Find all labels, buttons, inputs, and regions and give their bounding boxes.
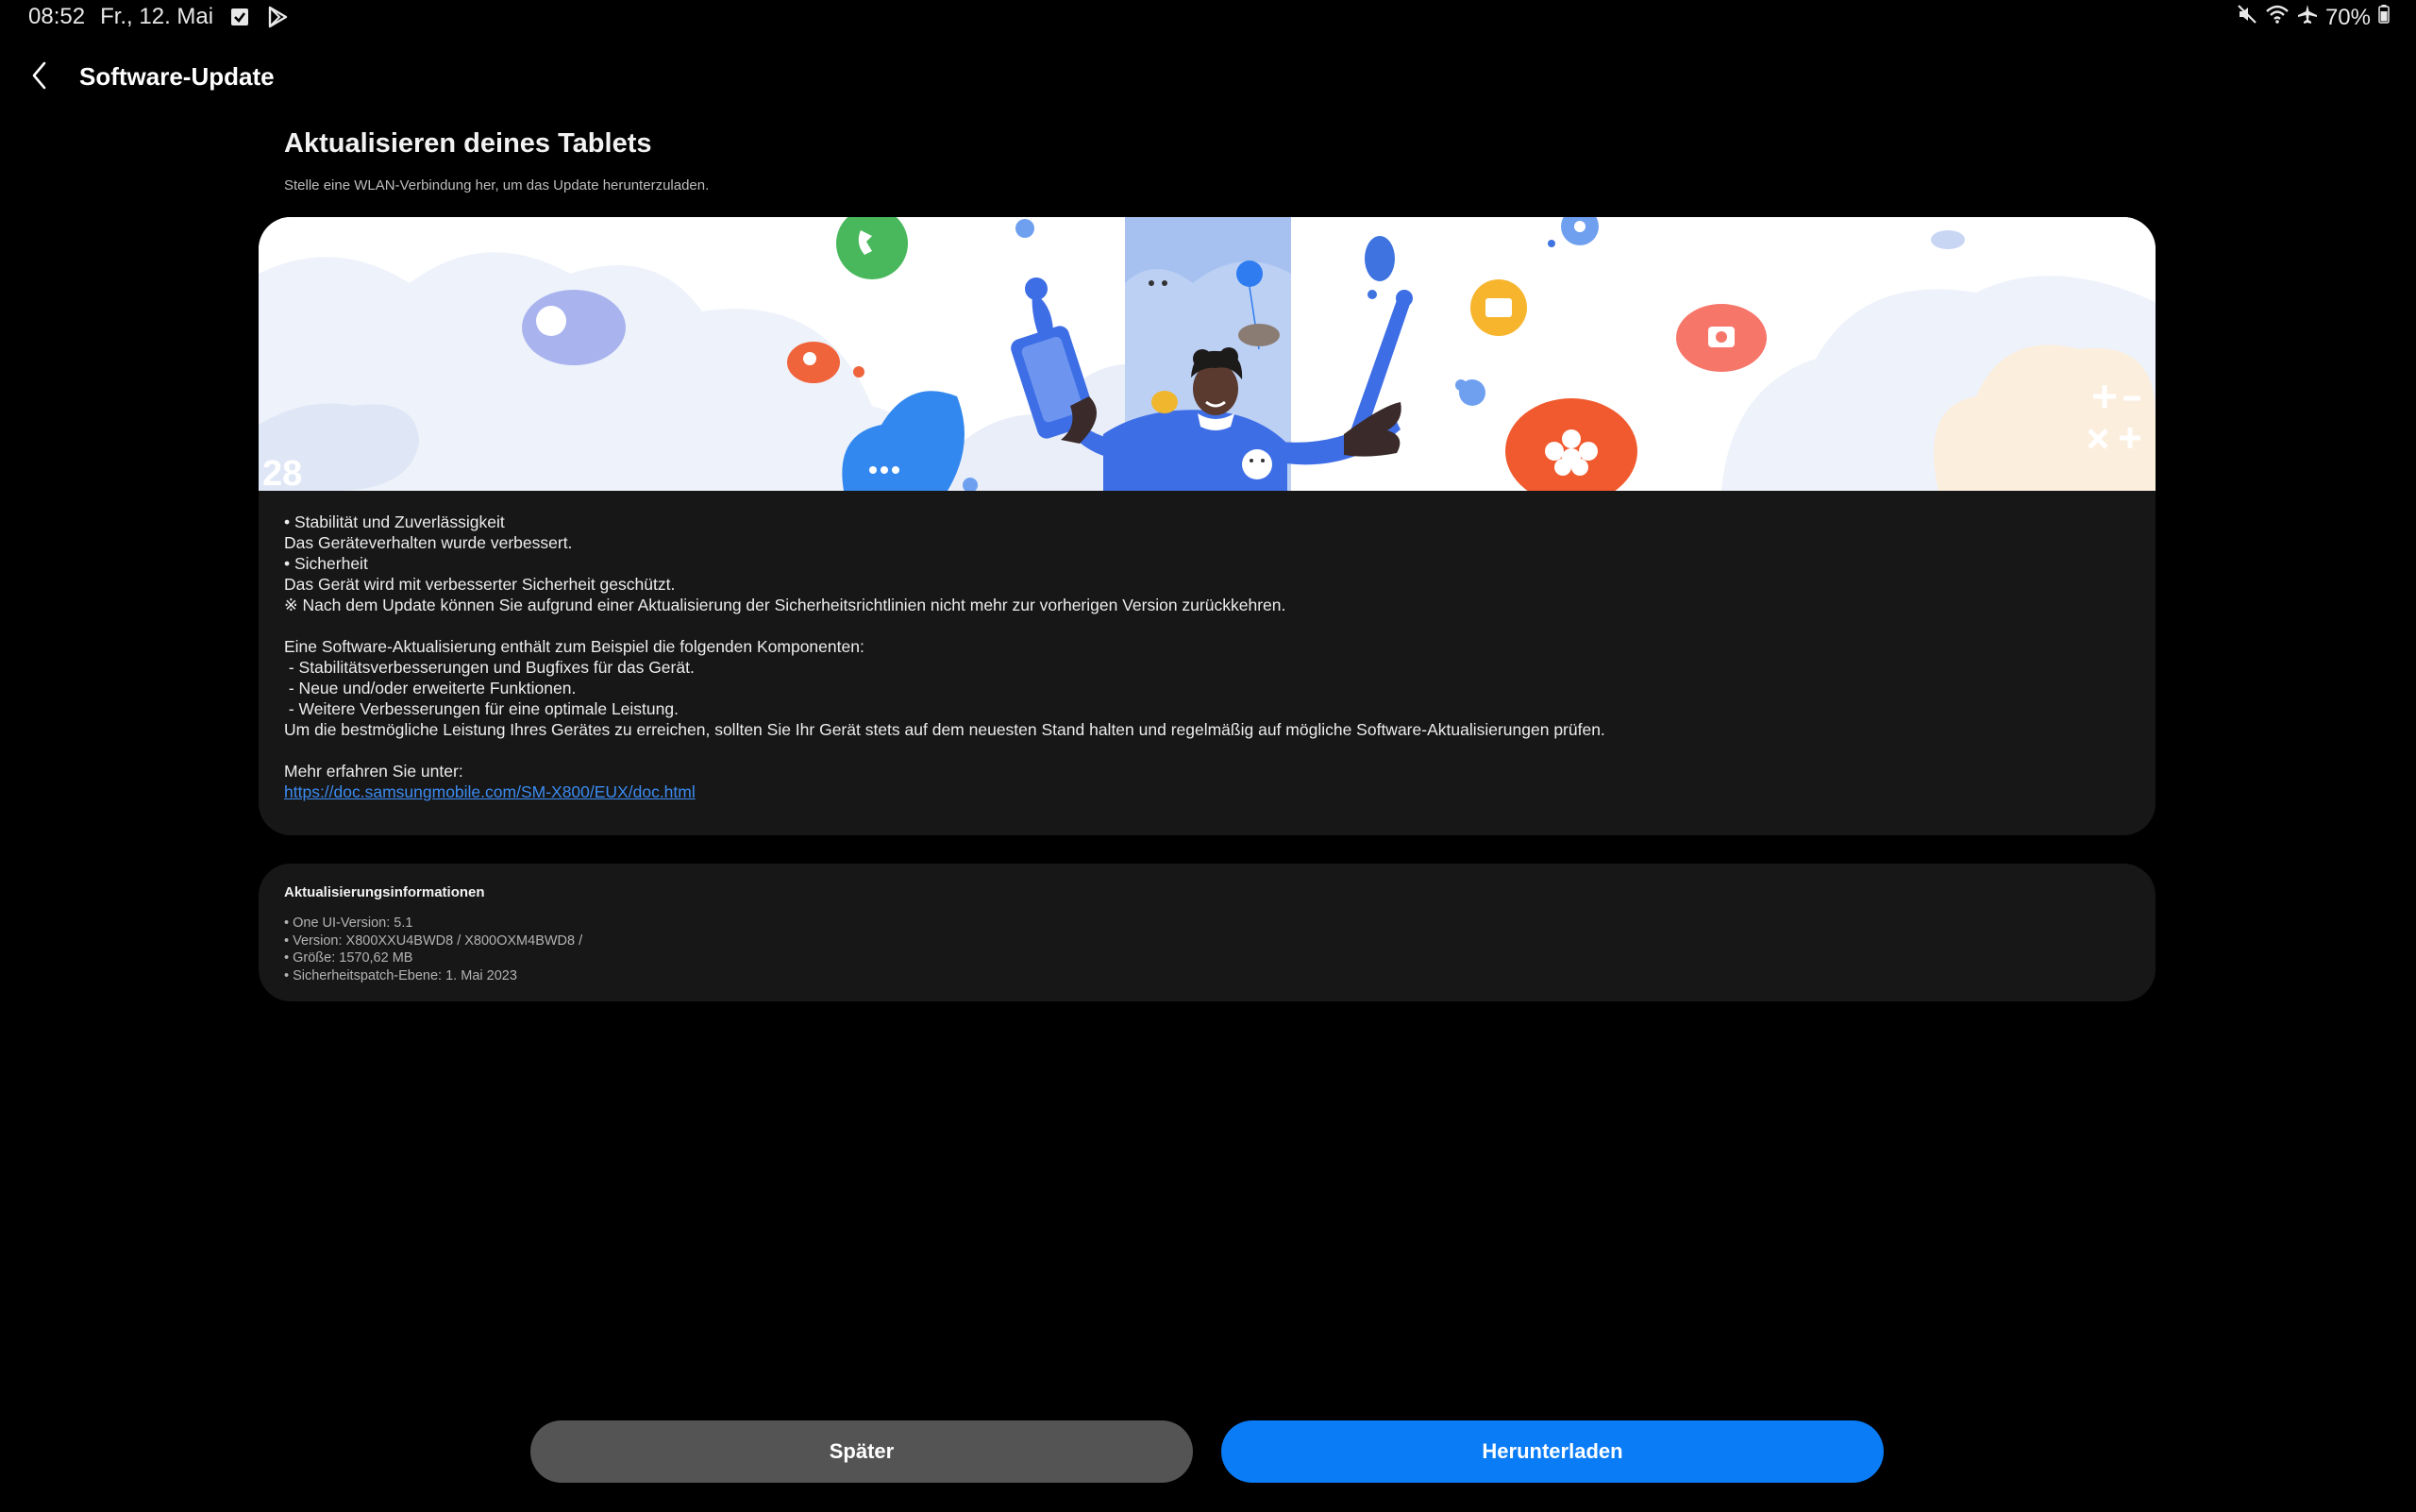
update-info-card: Aktualisierungsinformationen • One UI-Ve… xyxy=(259,864,2156,1001)
chevron-left-icon xyxy=(28,60,51,95)
release-notes-line: ※ Nach dem Update können Sie aufgrund ei… xyxy=(284,596,1286,614)
battery-icon xyxy=(2378,4,2390,31)
status-date: Fr., 12. Mai xyxy=(100,4,214,29)
update-info-item: • Größe: 1570,62 MB xyxy=(284,950,413,966)
release-notes-line: Das Gerät wird mit verbesserter Sicherhe… xyxy=(284,575,676,594)
release-notes-line: • Sicherheit xyxy=(284,554,368,573)
app-bar: Software-Update xyxy=(0,47,2416,104)
airplane-mode-icon xyxy=(2297,4,2318,31)
update-info-list: • One UI-Version: 5.1 • Version: X800XXU… xyxy=(284,915,582,984)
update-info-item: • One UI-Version: 5.1 xyxy=(284,916,413,931)
download-button[interactable]: Herunterladen xyxy=(1221,1420,1884,1483)
release-notes-line: Um die bestmögliche Leistung Ihres Gerät… xyxy=(284,720,1605,739)
release-notes-card: 28 • Stabilität und Zuverlässigkeit Das … xyxy=(259,217,2156,835)
status-bar-left: 08:52 Fr., 12. Mai xyxy=(28,4,289,30)
page-subtitle: Stelle eine WLAN-Verbindung her, um das … xyxy=(284,177,710,193)
release-notes-line: Mehr erfahren Sie unter: xyxy=(284,762,463,781)
release-notes-line: - Neue und/oder erweiterte Funktionen. xyxy=(284,679,577,697)
release-notes-line: • Stabilität und Zuverlässigkeit xyxy=(284,512,505,531)
status-bar-right: 70% xyxy=(2237,4,2390,31)
release-notes-line: Eine Software-Aktualisierung enthält zum… xyxy=(284,637,864,656)
page-title: Aktualisieren deines Tablets xyxy=(284,128,652,159)
learn-more-link[interactable]: https://doc.samsungmobile.com/SM-X800/EU… xyxy=(284,782,696,801)
checkbox-notification-icon xyxy=(230,7,249,27)
back-button[interactable] xyxy=(21,59,59,96)
battery-percentage: 70% xyxy=(2324,4,2371,30)
play-store-icon xyxy=(266,6,289,28)
release-notes-text: • Stabilität und Zuverlässigkeit Das Ger… xyxy=(284,512,2115,802)
mute-icon xyxy=(2237,4,2257,31)
wifi-icon xyxy=(2265,4,2290,31)
status-bar: 08:52 Fr., 12. Mai 70% xyxy=(0,0,2416,38)
update-info-item: • Version: X800XXU4BWD8 / X800OXM4BWD8 / xyxy=(284,932,583,949)
later-button[interactable]: Später xyxy=(530,1420,1193,1483)
svg-text:28: 28 xyxy=(262,454,302,491)
app-bar-title: Software-Update xyxy=(79,62,275,91)
release-notes-line: Das Geräteverhalten wurde verbessert. xyxy=(284,533,573,552)
release-notes-line: - Stabilitätsverbesserungen und Bugfixes… xyxy=(284,658,695,677)
status-time: 08:52 xyxy=(28,4,86,29)
release-notes-line: - Weitere Verbesserungen für eine optima… xyxy=(284,699,679,718)
update-illustration-banner: 28 xyxy=(259,217,2156,491)
update-info-item: • Sicherheitspatch-Ebene: 1. Mai 2023 xyxy=(284,967,517,983)
update-info-title: Aktualisierungsinformationen xyxy=(284,884,485,900)
